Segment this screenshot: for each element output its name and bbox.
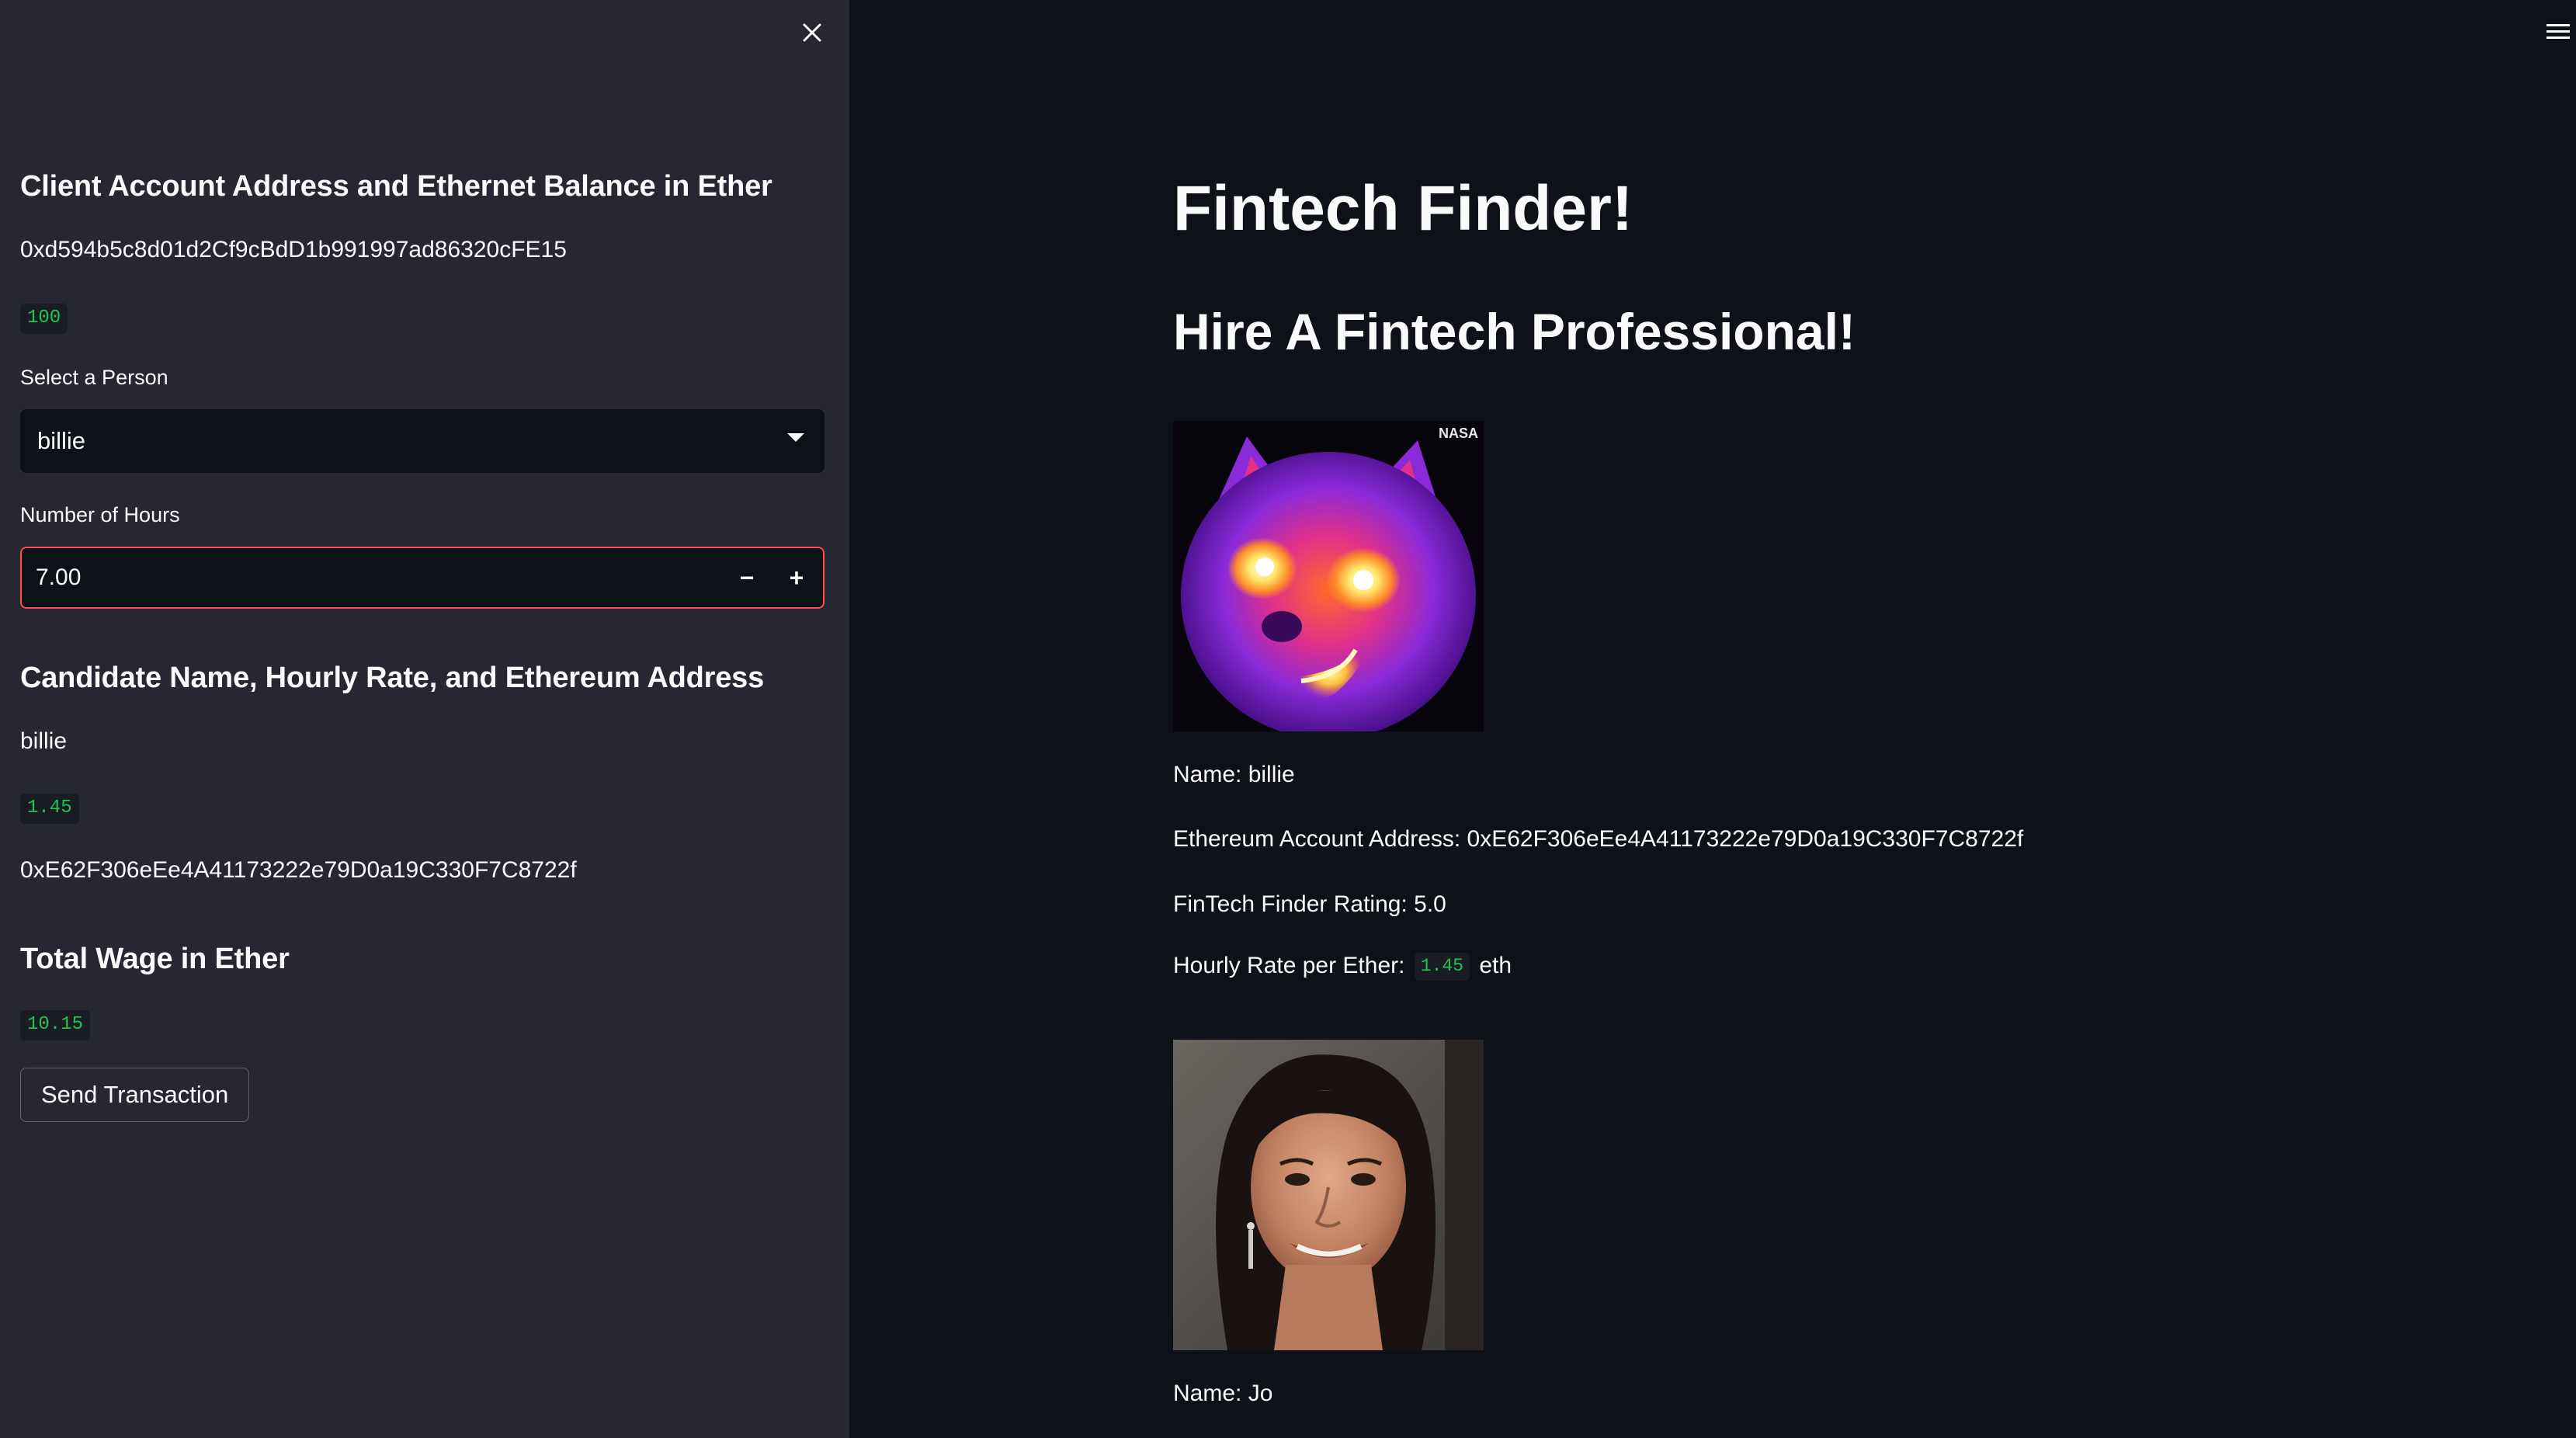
candidate-photo-billie: NASA [1173, 421, 1484, 731]
thermal-dog-image: NASA [1173, 421, 1484, 731]
candidate-photo-jo [1173, 1040, 1484, 1350]
number-of-hours-input-group: − + [20, 547, 825, 609]
number-of-hours-input[interactable] [36, 548, 657, 607]
candidate-ethereum-address: 0xE62F306eEe4A41173222e79D0a19C330F7C872… [20, 857, 577, 883]
page-title: Fintech Finder! [1173, 173, 1633, 244]
total-wage-heading: Total Wage in Ether [20, 943, 290, 975]
app-root: Client Account Address and Ethernet Bala… [0, 0, 2576, 1438]
select-person-label: Select a Person [20, 366, 168, 389]
candidate-name-line-2: Name: Jo [1173, 1381, 1273, 1406]
candidate-rating-line: FinTech Finder Rating: 5.0 [1173, 891, 1446, 917]
select-person-dropdown[interactable]: billie [20, 409, 825, 473]
client-account-heading: Client Account Address and Ethernet Bala… [20, 170, 772, 203]
plus-icon: + [789, 563, 804, 592]
candidate-info-heading: Candidate Name, Hourly Rate, and Ethereu… [20, 662, 765, 694]
increment-hours-button[interactable]: + [772, 548, 821, 607]
portrait-image [1173, 1040, 1484, 1350]
candidate-hourly-rate: 1.45 [20, 794, 79, 824]
close-icon [803, 23, 821, 42]
nasa-watermark: NASA [1439, 425, 1478, 441]
number-of-hours-label: Number of Hours [20, 503, 180, 526]
candidate-rate-line: Hourly Rate per Ether: 1.45 eth [1173, 952, 1512, 981]
page-subtitle: Hire A Fintech Professional! [1173, 303, 1856, 360]
close-sidebar-button[interactable] [797, 17, 828, 48]
hamburger-menu-icon [2546, 24, 2570, 39]
total-wage-value: 10.15 [20, 1010, 91, 1040]
main-menu-button[interactable] [2545, 19, 2571, 45]
candidate-address-line: Ethereum Account Address: 0xE62F306eEe4A… [1173, 826, 2024, 852]
candidate-name-line: Name: billie [1173, 762, 1295, 787]
rate-prefix: Hourly Rate per Ether: [1173, 953, 1405, 978]
candidate-name: billie [20, 728, 68, 754]
send-transaction-button[interactable]: Send Transaction [20, 1068, 250, 1122]
client-balance-value: 100 [20, 304, 68, 334]
decrement-hours-button[interactable]: − [722, 548, 772, 607]
rate-value: 1.45 [1414, 953, 1470, 981]
sidebar: Client Account Address and Ethernet Bala… [0, 0, 849, 1438]
minus-icon: − [739, 563, 755, 592]
selected-person-value: billie [37, 427, 86, 454]
client-account-address: 0xd594b5c8d01d2Cf9cBdD1b991997ad86320cFE… [20, 237, 567, 262]
rate-suffix: eth [1479, 953, 1512, 978]
chevron-down-icon [787, 433, 804, 442]
